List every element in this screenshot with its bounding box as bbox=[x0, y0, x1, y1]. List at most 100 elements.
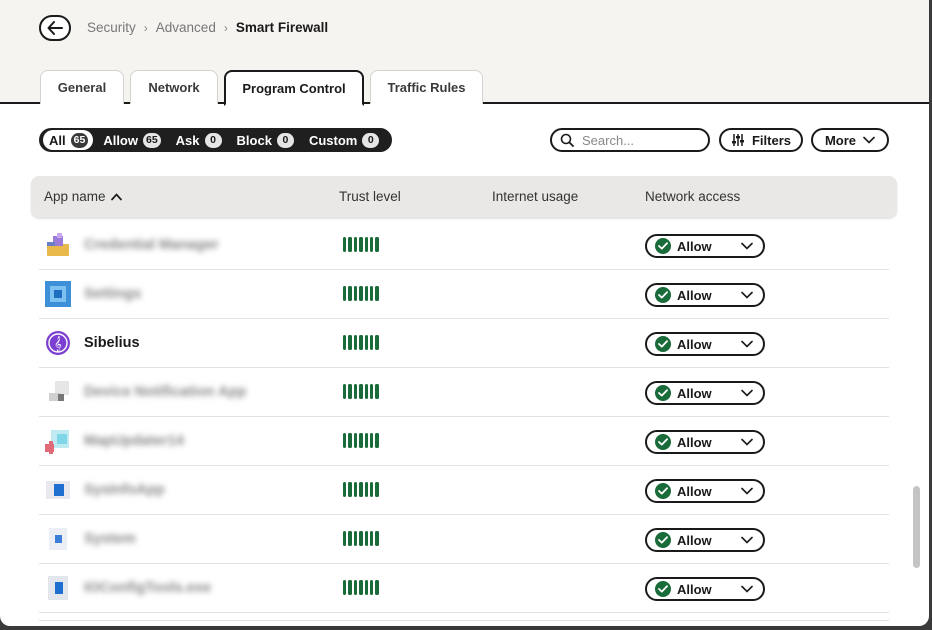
filter-all[interactable]: All 65 bbox=[43, 130, 94, 150]
check-circle-icon bbox=[655, 287, 671, 303]
table-row[interactable]: Device Notification App Allow bbox=[39, 368, 889, 417]
breadcrumb: Security › Advanced › Smart Firewall bbox=[87, 20, 328, 35]
trust-bar bbox=[369, 335, 374, 350]
filter-label: All bbox=[49, 132, 66, 148]
filter-label: Custom bbox=[308, 132, 358, 148]
sort-ascending-icon bbox=[110, 192, 122, 200]
network-access-dropdown[interactable]: Allow bbox=[645, 430, 765, 454]
top-bar: Security › Advanced › Smart Firewall Gen… bbox=[0, 0, 929, 106]
tab-program-control[interactable]: Program Control bbox=[224, 70, 364, 106]
column-label: Network access bbox=[645, 189, 741, 204]
chevron-down-icon bbox=[741, 389, 753, 397]
app-name: Sibelius bbox=[84, 335, 140, 351]
access-label: Allow bbox=[677, 385, 712, 401]
trust-bar bbox=[364, 335, 368, 350]
chevron-down-icon bbox=[741, 438, 753, 446]
list-continuation bbox=[39, 620, 889, 626]
breadcrumb-current: Smart Firewall bbox=[235, 20, 329, 35]
column-app-name[interactable]: App name bbox=[44, 189, 122, 204]
filters-button[interactable]: Filters bbox=[719, 128, 803, 152]
table-row[interactable]: SysInfoApp Allow bbox=[39, 466, 889, 515]
trust-level-meter bbox=[343, 433, 379, 448]
more-button[interactable]: More bbox=[811, 128, 889, 152]
network-access-dropdown[interactable]: Allow bbox=[645, 283, 765, 307]
breadcrumb-security[interactable]: Security bbox=[87, 20, 136, 35]
device-app-icon bbox=[49, 381, 69, 401]
filter-count: 65 bbox=[70, 132, 89, 148]
chevron-down-icon bbox=[863, 136, 875, 144]
column-label: Internet usage bbox=[492, 189, 579, 204]
trust-bar bbox=[353, 580, 358, 595]
settings-app-icon bbox=[45, 281, 71, 307]
search-input[interactable] bbox=[582, 132, 697, 148]
search-box[interactable] bbox=[550, 128, 710, 152]
tab-network[interactable]: Network bbox=[130, 70, 218, 104]
filter-count: 65 bbox=[142, 132, 161, 148]
network-access-dropdown[interactable]: Allow bbox=[645, 577, 765, 601]
trust-bar bbox=[353, 433, 358, 448]
table-row[interactable]: MapUpdater14 Allow bbox=[39, 417, 889, 466]
scrollbar-thumb[interactable] bbox=[913, 486, 920, 568]
trust-bar bbox=[375, 580, 379, 595]
column-label: App name bbox=[44, 189, 106, 204]
trust-bar bbox=[375, 482, 379, 497]
trust-bar bbox=[353, 237, 358, 252]
trust-bar bbox=[348, 335, 352, 350]
network-access-dropdown[interactable]: Allow bbox=[645, 381, 765, 405]
tab-general[interactable]: General bbox=[40, 70, 124, 104]
filter-allow[interactable]: Allow 65 bbox=[97, 130, 165, 150]
trust-bar bbox=[364, 580, 368, 595]
trust-bar bbox=[369, 286, 374, 301]
filter-ask[interactable]: Ask 0 bbox=[170, 130, 227, 150]
trust-bar bbox=[359, 237, 363, 252]
tab-traffic-rules[interactable]: Traffic Rules bbox=[370, 70, 483, 104]
access-label: Allow bbox=[677, 287, 712, 303]
app-window: Security › Advanced › Smart Firewall Gen… bbox=[0, 0, 929, 626]
trust-level-meter bbox=[343, 580, 379, 595]
filter-label: Ask bbox=[175, 132, 200, 148]
chevron-right-icon: › bbox=[223, 20, 228, 35]
check-circle-icon bbox=[655, 483, 671, 499]
app-name: SysInfoApp bbox=[84, 482, 165, 498]
trust-bar bbox=[348, 433, 352, 448]
sliders-icon bbox=[731, 134, 744, 146]
trust-level-meter bbox=[343, 384, 379, 399]
column-trust-level[interactable]: Trust level bbox=[339, 189, 401, 204]
network-access-dropdown[interactable]: Allow bbox=[645, 234, 765, 258]
filter-label: Allow bbox=[103, 132, 138, 148]
column-label: Trust level bbox=[339, 189, 401, 204]
app-name: Settings bbox=[84, 286, 142, 302]
column-internet-usage[interactable]: Internet usage bbox=[492, 189, 578, 204]
trust-bar bbox=[343, 580, 347, 595]
table-row[interactable]: System Allow bbox=[39, 515, 889, 564]
sibelius-icon: 𝄞 bbox=[46, 331, 70, 355]
check-circle-icon bbox=[655, 532, 671, 548]
breadcrumb-advanced[interactable]: Advanced bbox=[156, 20, 216, 35]
trust-bar bbox=[343, 433, 347, 448]
filter-block[interactable]: Block 0 bbox=[231, 130, 299, 150]
filter-custom[interactable]: Custom 0 bbox=[303, 130, 384, 150]
network-access-dropdown[interactable]: Allow bbox=[645, 528, 765, 552]
trust-level-meter bbox=[343, 531, 379, 546]
table-row[interactable]: Settings Allow bbox=[39, 270, 889, 319]
filter-count: 0 bbox=[362, 132, 380, 148]
trust-bar bbox=[359, 286, 363, 301]
back-button[interactable] bbox=[39, 15, 71, 41]
table-row[interactable]: IOConfigTools.exe Allow bbox=[39, 564, 889, 613]
network-access-dropdown[interactable]: Allow bbox=[645, 332, 765, 356]
trust-bar bbox=[369, 482, 374, 497]
column-network-access[interactable]: Network access bbox=[645, 189, 740, 204]
access-label: Allow bbox=[677, 581, 712, 597]
table-row[interactable]: Credential Manager Allow bbox=[39, 221, 889, 270]
network-access-dropdown[interactable]: Allow bbox=[645, 479, 765, 503]
check-circle-icon bbox=[655, 385, 671, 401]
table-row[interactable]: 𝄞 Sibelius Allow bbox=[39, 319, 889, 368]
trust-bar bbox=[343, 286, 347, 301]
trust-bar bbox=[359, 384, 363, 399]
trust-level-meter bbox=[343, 482, 379, 497]
trust-bar bbox=[343, 531, 347, 546]
trust-bar bbox=[364, 384, 368, 399]
trust-bar bbox=[364, 237, 368, 252]
arrow-left-icon bbox=[47, 21, 63, 35]
chevron-down-icon bbox=[741, 242, 753, 250]
